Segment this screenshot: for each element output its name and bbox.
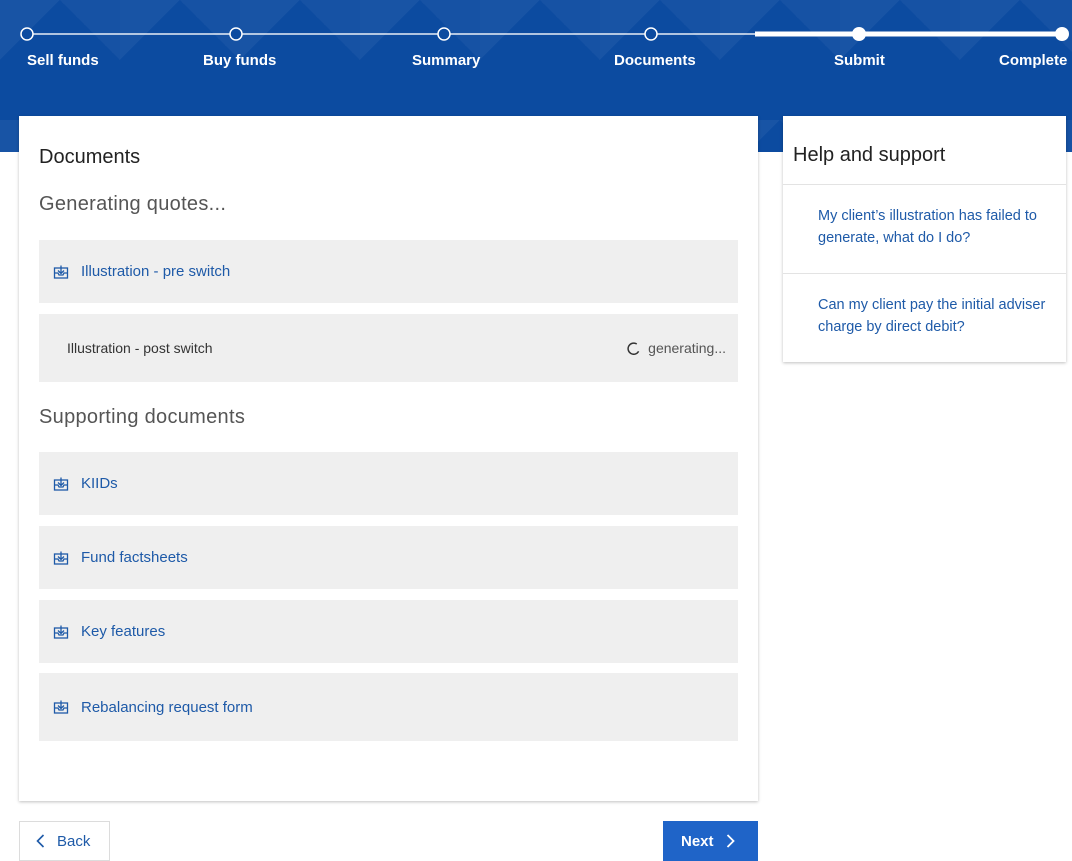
download-icon <box>53 700 69 714</box>
divider <box>783 184 1066 185</box>
step-label-summary: Summary <box>412 52 481 69</box>
next-button[interactable]: Next <box>663 821 758 861</box>
help-link-illustration-failed[interactable]: My client’s illustration has failed to g… <box>818 205 1053 249</box>
download-icon <box>53 625 69 639</box>
step-dot-sell-funds <box>20 27 34 41</box>
help-link-direct-debit[interactable]: Can my client pay the initial adviser ch… <box>818 294 1053 338</box>
doc-row-rebalancing-request-form[interactable]: Rebalancing request form <box>39 673 738 741</box>
download-icon <box>53 265 69 279</box>
chevron-left-icon <box>36 834 45 848</box>
divider <box>783 273 1066 274</box>
doc-label: Rebalancing request form <box>81 698 253 716</box>
step-dot-documents <box>644 27 658 41</box>
chevron-right-icon <box>726 834 735 848</box>
step-dot-submit <box>852 27 866 41</box>
documents-card: Documents Generating quotes... Illustrat… <box>19 116 758 801</box>
next-button-label: Next <box>681 832 714 850</box>
progress-track <box>20 27 1069 41</box>
back-button[interactable]: Back <box>19 821 110 861</box>
step-label-documents: Documents <box>614 52 696 69</box>
generating-status: generating... <box>627 314 726 382</box>
page-title: Documents <box>39 146 141 168</box>
download-icon <box>53 477 69 491</box>
generating-status-text: generating... <box>648 340 726 356</box>
doc-row-illustration-pre-switch[interactable]: Illustration - pre switch <box>39 240 738 303</box>
doc-row-key-features[interactable]: Key features <box>39 600 738 663</box>
help-title: Help and support <box>793 144 946 166</box>
doc-label: Illustration - pre switch <box>81 263 231 280</box>
doc-row-kiids[interactable]: KIIDs <box>39 452 738 515</box>
back-button-label: Back <box>57 832 91 850</box>
progress-stepper: Sell funds Buy funds Summary Documents S… <box>0 0 1072 80</box>
doc-row-fund-factsheets[interactable]: Fund factsheets <box>39 526 738 589</box>
step-dot-buy-funds <box>229 27 243 41</box>
doc-label: Illustration - post switch <box>67 340 213 356</box>
generating-quotes-heading: Generating quotes... <box>39 193 227 215</box>
doc-label: Key features <box>81 623 166 640</box>
step-dot-summary <box>437 27 451 41</box>
step-label-submit: Submit <box>834 52 885 69</box>
step-label-sell-funds: Sell funds <box>27 52 99 69</box>
doc-label: KIIDs <box>81 475 118 492</box>
help-and-support-panel: Help and support My client’s illustratio… <box>783 116 1066 362</box>
supporting-documents-heading: Supporting documents <box>39 406 246 428</box>
doc-label: Fund factsheets <box>81 549 188 566</box>
spinner-icon <box>627 341 640 355</box>
download-icon <box>53 551 69 565</box>
step-dot-complete <box>1055 27 1069 41</box>
step-label-buy-funds: Buy funds <box>203 52 277 69</box>
doc-row-illustration-post-switch: Illustration - post switch generating... <box>39 314 738 382</box>
step-label-complete: Complete <box>999 52 1068 69</box>
